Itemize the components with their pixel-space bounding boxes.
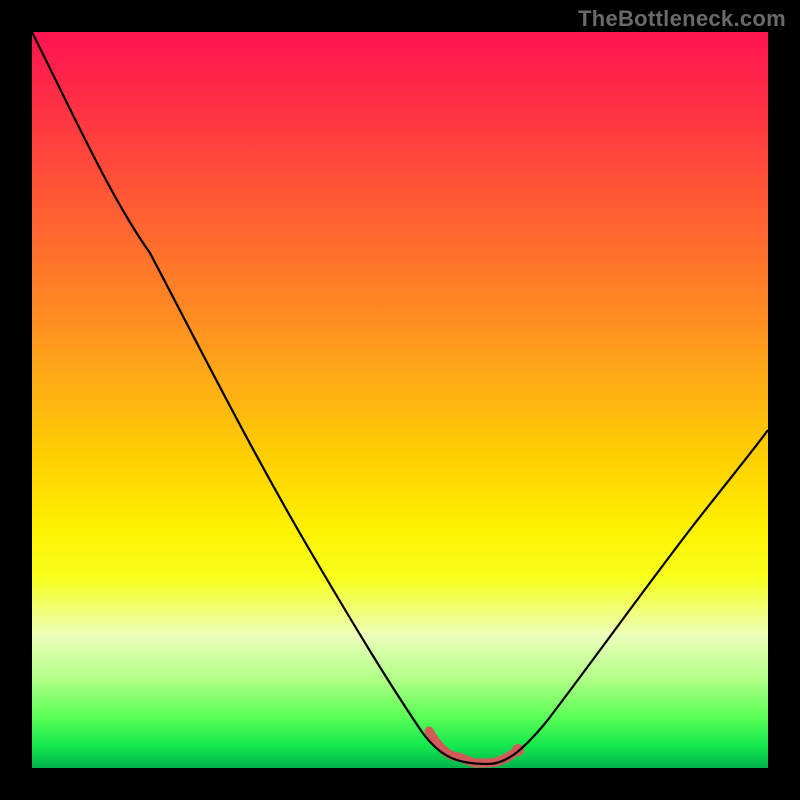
chart-frame: TheBottleneck.com: [0, 0, 800, 800]
plot-area: [32, 32, 768, 768]
good-zone-highlight: [429, 731, 518, 763]
curve-layer: [32, 32, 768, 768]
bottleneck-curve: [32, 32, 768, 764]
watermark-label: TheBottleneck.com: [578, 6, 786, 32]
